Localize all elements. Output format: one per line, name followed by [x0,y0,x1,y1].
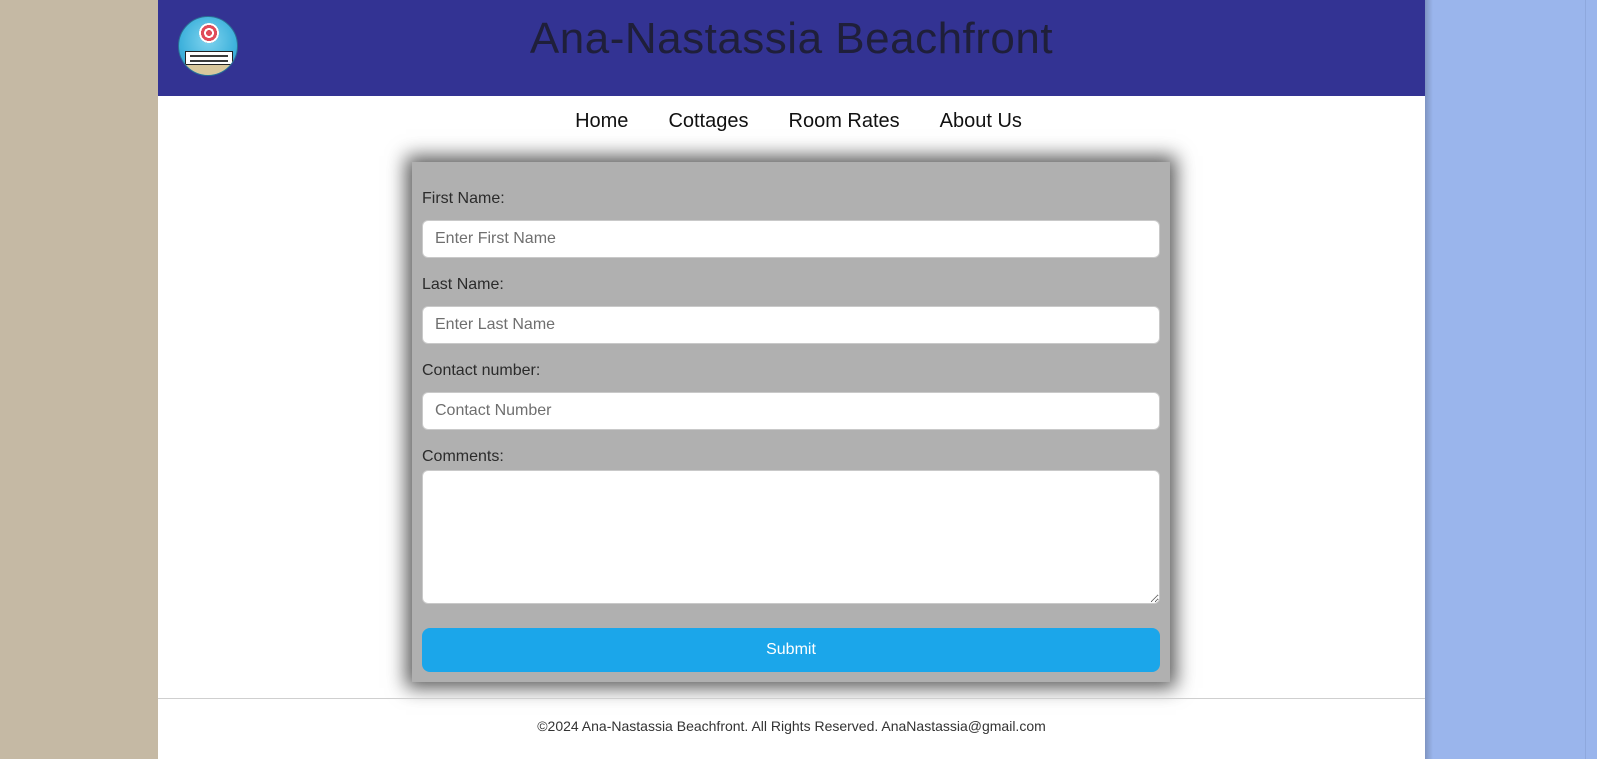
scrollbar[interactable] [1585,0,1597,759]
right-background [1425,0,1585,759]
contact-form: First Name: Last Name: Contact number: C… [412,162,1170,682]
comments-textarea[interactable] [422,470,1160,604]
page-container: Ana-Nastassia Beachfront Home Cottages R… [158,0,1425,759]
nav-item-cottages[interactable]: Cottages [654,104,748,138]
submit-button[interactable]: Submit [422,628,1160,672]
nav-item-about-us[interactable]: About Us [926,104,1022,138]
contact-number-label: Contact number: [422,362,541,379]
last-name-input[interactable] [422,306,1160,344]
site-header: Ana-Nastassia Beachfront [158,0,1425,96]
logo-sand [179,65,237,75]
last-name-label: Last Name: [422,276,504,293]
main-nav: Home Cottages Room Rates About Us [158,104,1425,138]
footer-copyright: ©2024 Ana-Nastassia Beachfront. All Righ… [537,718,1046,734]
nav-item-room-rates[interactable]: Room Rates [775,104,900,138]
right-background-shade [1425,0,1433,759]
first-name-label: First Name: [422,190,505,207]
first-name-input[interactable] [422,220,1160,258]
footer-divider [158,698,1425,699]
nav-item-home[interactable]: Home [561,104,628,138]
comments-label: Comments: [422,448,504,465]
site-title: Ana-Nastassia Beachfront [529,14,1054,63]
contact-number-input[interactable] [422,392,1160,430]
